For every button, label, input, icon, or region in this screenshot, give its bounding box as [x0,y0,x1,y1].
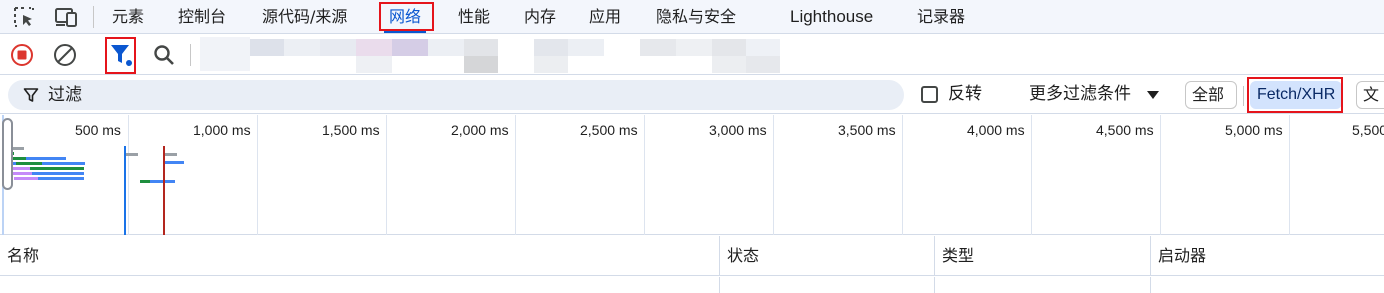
time-tick: 3,000 ms [709,122,767,138]
gridline [386,115,387,235]
column-header-type[interactable]: 类型 [934,236,1150,276]
time-tick: 2,500 ms [580,122,638,138]
filter-icon[interactable] [107,41,135,69]
search-icon[interactable] [150,41,178,69]
tab-elements[interactable]: 元素 [112,0,144,33]
time-tick: 2,000 ms [451,122,509,138]
tab-application[interactable]: 应用 [589,0,621,33]
chip-divider [1243,86,1244,106]
chip-all[interactable]: 全部 [1185,81,1237,109]
tab-privacy-security[interactable]: 隐私与安全 [656,0,736,33]
column-header-name[interactable]: 名称 [0,236,719,276]
network-toolbar [0,35,1384,75]
dom-content-loaded-marker [124,146,126,235]
select-element-icon[interactable] [10,3,38,31]
gridline [773,115,774,235]
column-header-status[interactable]: 状态 [719,236,934,276]
toolbar-divider [190,44,191,66]
funnel-icon [23,87,39,107]
gridline [128,115,129,235]
timeline-overview[interactable]: 500 ms 1,000 ms 1,500 ms 2,000 ms 2,500 … [0,115,1384,235]
caret-down-icon [1147,91,1159,99]
stop-recording-icon[interactable] [8,41,36,69]
filter-bar: 反转 更多过滤条件 全部 Fetch/XHR 文 [0,76,1384,114]
tab-sources[interactable]: 源代码/来源 [262,0,347,33]
more-filters-label: 更多过滤条件 [1029,84,1131,104]
column-divider [934,277,935,293]
tab-console[interactable]: 控制台 [178,0,226,33]
filter-input-container [8,80,904,110]
clear-icon[interactable] [51,41,79,69]
time-tick: 500 ms [75,122,121,138]
column-divider [1150,277,1151,293]
time-tick: 3,500 ms [838,122,896,138]
column-divider [719,277,720,293]
gridline [1160,115,1161,235]
request-table-header: 名称 状态 类型 启动器 [0,236,1384,276]
invert-label: 反转 [948,84,982,104]
invert-checkbox[interactable] [921,86,938,103]
device-toolbar-icon[interactable] [52,3,80,31]
time-tick: 1,000 ms [193,122,251,138]
more-filters-dropdown[interactable]: 更多过滤条件 [1029,83,1159,105]
tab-performance[interactable]: 性能 [458,0,490,33]
time-tick: 4,000 ms [967,122,1025,138]
gridline [1031,115,1032,235]
tab-lighthouse[interactable]: Lighthouse [790,0,873,33]
time-tick: 4,500 ms [1096,122,1154,138]
gridline [1289,115,1290,235]
tab-memory[interactable]: 内存 [524,0,556,33]
filter-input[interactable] [48,83,888,107]
time-tick: 5,000 ms [1225,122,1283,138]
devtools-tab-bar: 元素 控制台 源代码/来源 网络 性能 内存 应用 隐私与安全 Lighthou… [0,0,1384,34]
chip-doc[interactable]: 文 [1356,81,1384,109]
tab-network[interactable]: 网络 [383,0,427,33]
time-tick: 5,500 [1352,122,1384,138]
column-header-initiator[interactable]: 启动器 [1150,236,1384,276]
gridline [515,115,516,235]
timeline-range-handle[interactable] [2,118,13,190]
gridline [644,115,645,235]
request-table-body [0,277,1384,293]
load-event-marker [163,146,165,235]
gridline [257,115,258,235]
tab-recorder[interactable]: 记录器 [917,0,965,33]
gridline [902,115,903,235]
chip-fetch-xhr[interactable]: Fetch/XHR [1250,81,1342,109]
time-tick: 1,500 ms [322,122,380,138]
toolbar-divider [93,6,94,28]
